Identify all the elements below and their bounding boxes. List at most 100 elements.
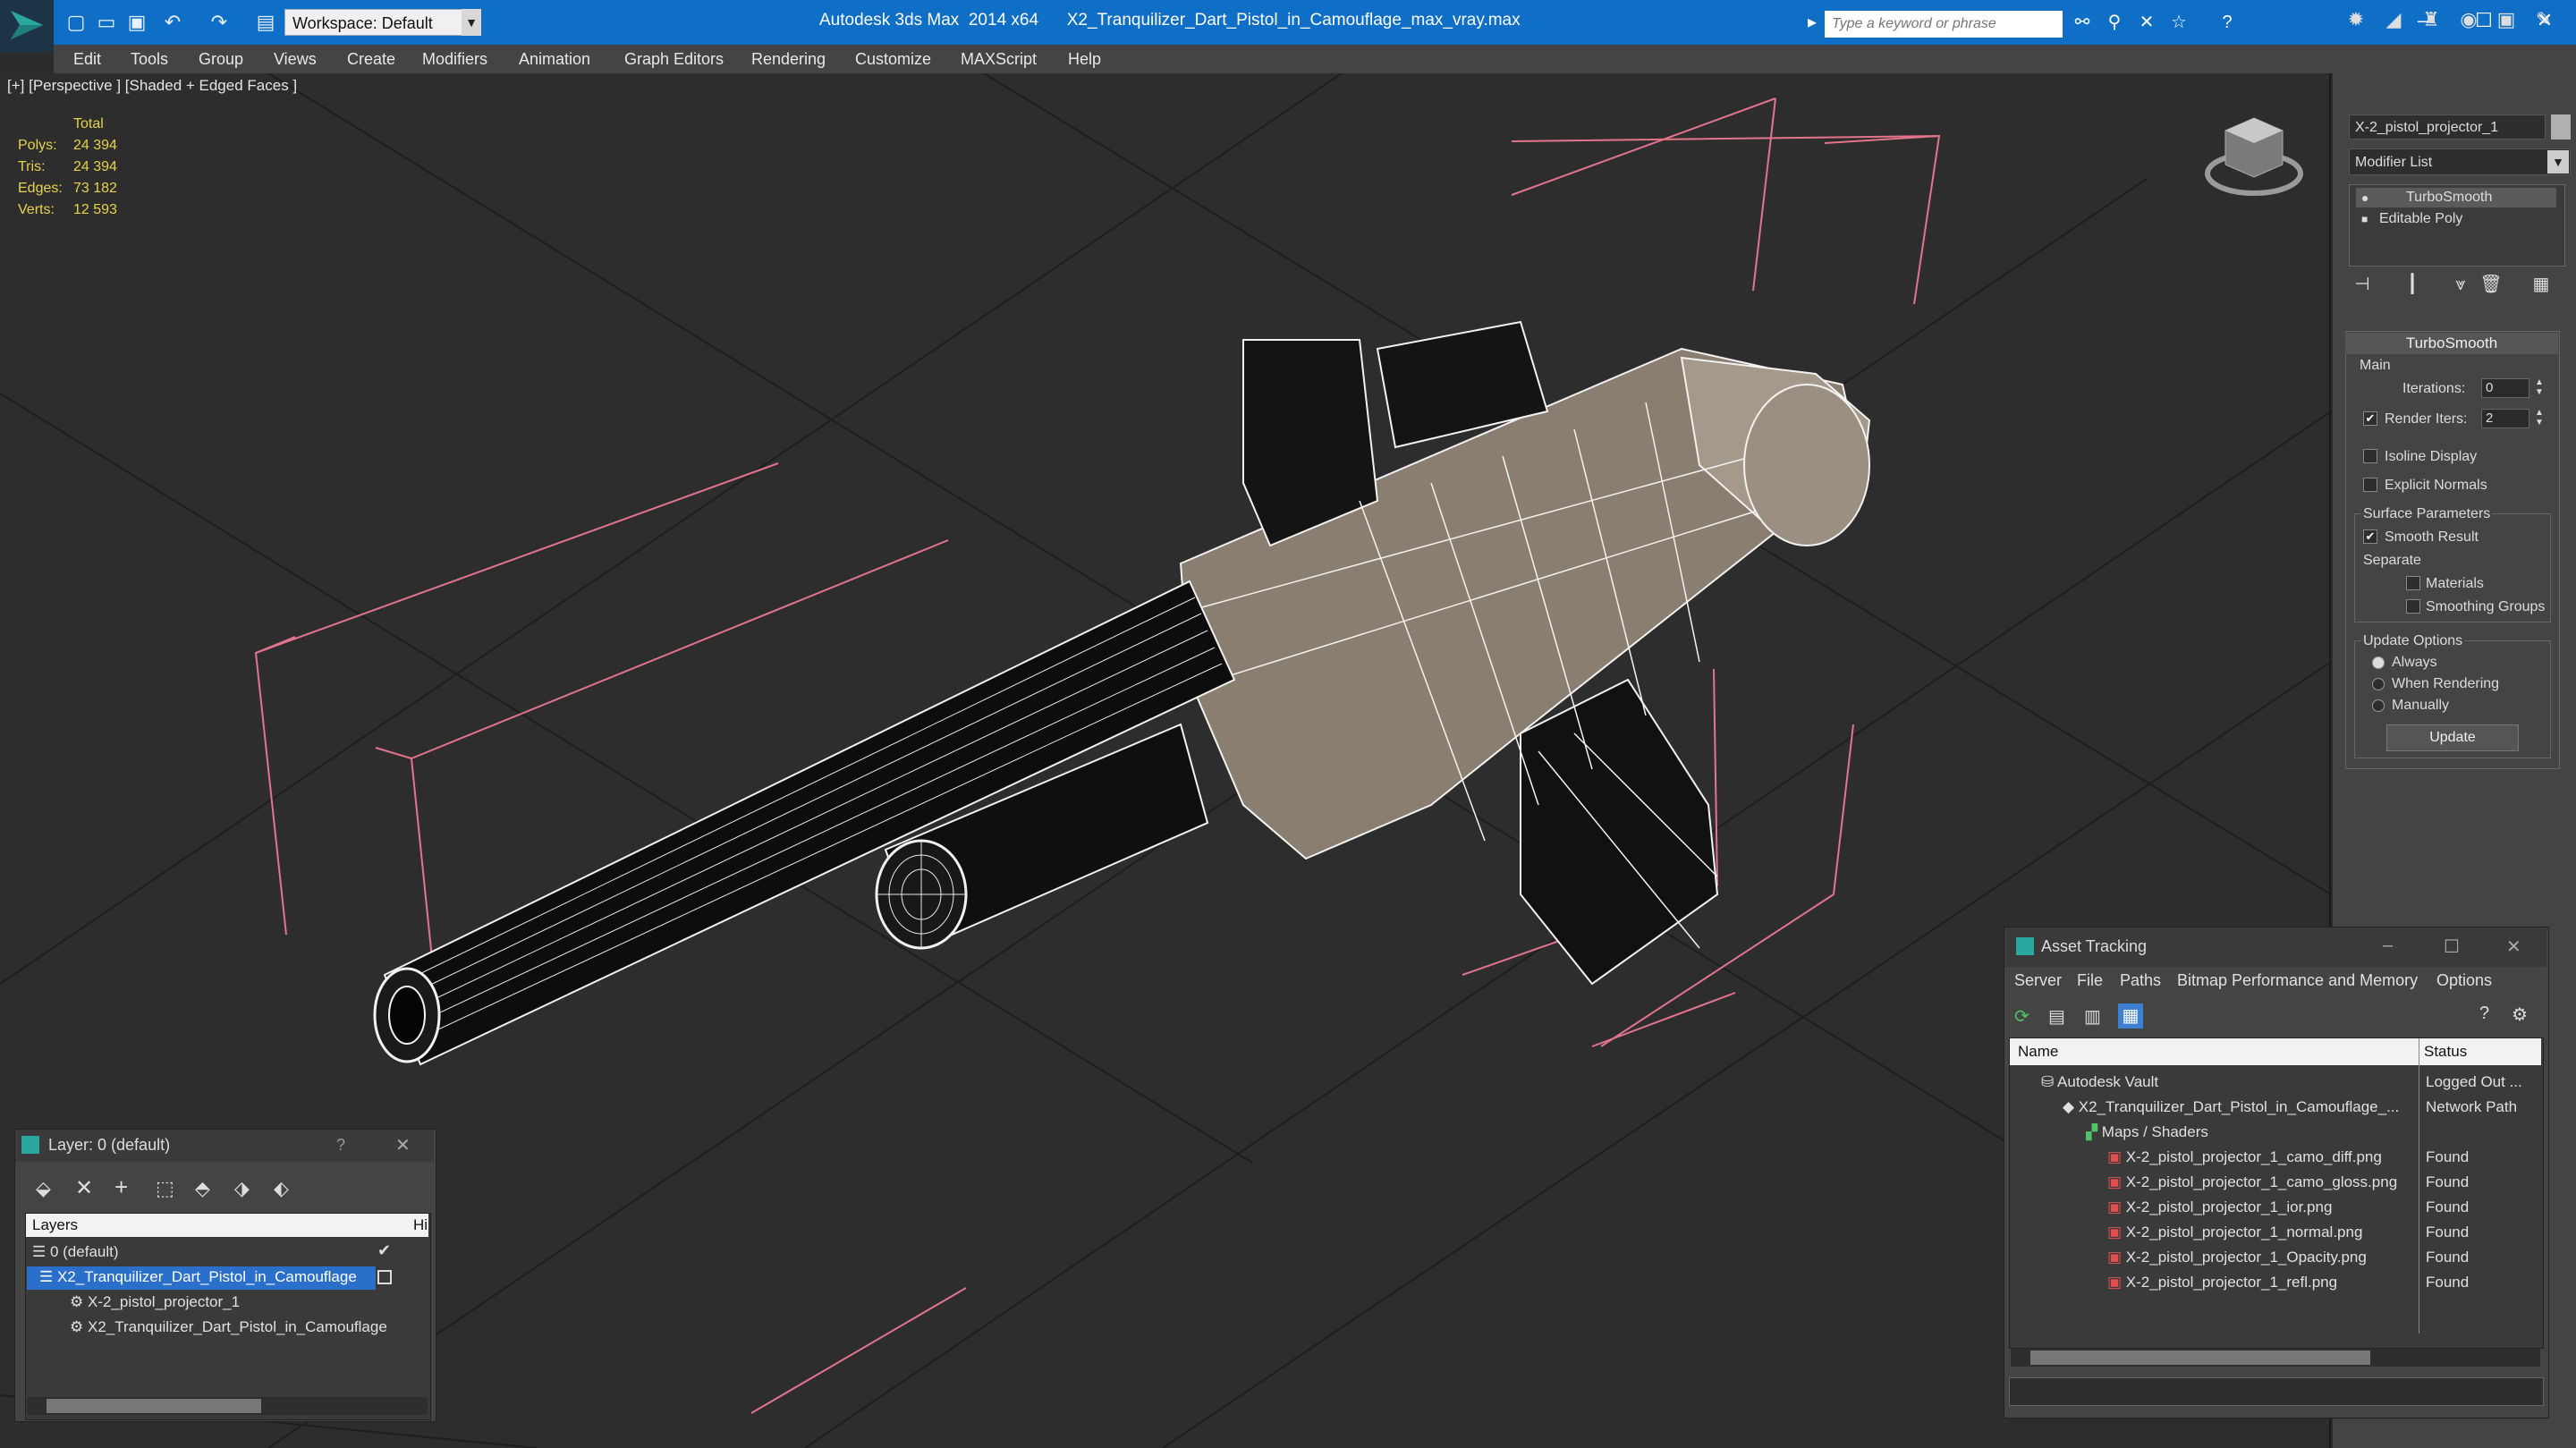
layer-row[interactable]: ⚙ X-2_pistol_projector_1 — [70, 1293, 401, 1311]
render-iters-checkbox[interactable]: ✔ — [2363, 411, 2377, 426]
menu-create[interactable]: Create — [347, 45, 395, 73]
asset-menu-paths[interactable]: Paths — [2120, 971, 2161, 990]
layer-row[interactable]: ☰ 0 (default) — [32, 1243, 408, 1261]
hierarchy-tab-icon[interactable]: ♜ — [2413, 4, 2449, 36]
smooth-result-checkbox[interactable]: ✔ — [2363, 529, 2377, 544]
configure-sets-icon[interactable]: ▦ — [2528, 272, 2555, 297]
asset-row[interactable]: ▣ X-2_pistol_projector_1_refl.png — [2107, 1274, 2417, 1291]
layers-column-header[interactable]: Layers — [32, 1216, 78, 1234]
viewport-label[interactable]: [+] [Perspective ] [Shaded + Edged Faces… — [7, 77, 297, 95]
asset-menu-server[interactable]: Server — [2014, 971, 2062, 990]
asset-row[interactable]: ⛁ Autodesk Vault — [2041, 1073, 2408, 1091]
layer-row[interactable]: ⚙ X2_Tranquilizer_Dart_Pistol_in_Camoufl… — [70, 1318, 401, 1336]
display-tab-icon[interactable]: ▣ — [2488, 4, 2524, 36]
undo-icon[interactable]: ↶ — [161, 11, 184, 34]
help-icon[interactable]: ? — [336, 1136, 345, 1155]
project-folder-icon[interactable]: ▤ — [254, 11, 277, 34]
spinner-arrows-icon[interactable]: ▲ ▼ — [2535, 377, 2544, 397]
when-rendering-radio[interactable] — [2372, 678, 2385, 690]
asset-menu-bitmap[interactable]: Bitmap Performance and Memory — [2177, 971, 2418, 990]
menu-graph-editors[interactable]: Graph Editors — [624, 45, 724, 73]
spinner-arrows-icon[interactable]: ▲ ▼ — [2535, 408, 2544, 428]
workspace-dropdown[interactable]: Workspace: Default — [284, 9, 479, 36]
isoline-display-checkbox[interactable] — [2363, 449, 2377, 463]
menu-group[interactable]: Group — [199, 45, 243, 73]
object-color-swatch[interactable] — [2551, 114, 2571, 140]
menu-tools[interactable]: Tools — [131, 45, 168, 73]
select-objects-icon[interactable]: ⬚ — [156, 1177, 174, 1200]
freeze-all-icon[interactable]: ⬖ — [274, 1177, 289, 1200]
scrollbar-thumb[interactable] — [47, 1399, 261, 1413]
pin-stack-icon[interactable]: ⊣ — [2349, 272, 2376, 297]
save-icon[interactable]: ▣ — [125, 11, 148, 34]
minimize-icon[interactable]: – — [2383, 936, 2393, 956]
menu-help[interactable]: Help — [1068, 45, 1101, 73]
play-arrow-icon[interactable]: ▸ — [1800, 11, 1825, 34]
new-file-icon[interactable]: ▢ — [64, 11, 88, 34]
update-button[interactable]: Update — [2386, 724, 2519, 751]
table-view-icon[interactable]: ▦ — [2118, 1003, 2143, 1029]
utilities-tab-icon[interactable]: ✎ — [2526, 4, 2562, 36]
help-icon[interactable]: ? — [2479, 1003, 2489, 1024]
status-column-header[interactable]: Status — [2424, 1043, 2467, 1061]
add-to-layer-icon[interactable]: + — [114, 1173, 128, 1201]
menu-views[interactable]: Views — [274, 45, 317, 73]
asset-row[interactable]: ▣ X-2_pistol_projector_1_normal.png — [2107, 1224, 2417, 1241]
subscription-icon[interactable]: ⚲ — [2102, 11, 2127, 34]
stack-item-turbosmooth[interactable]: ● TurboSmooth — [2356, 188, 2556, 207]
layer-row[interactable]: ☰ X2_Tranquilizer_Dart_Pistol_in_Camoufl… — [39, 1268, 374, 1286]
list-view-icon[interactable]: ▤ — [2048, 1005, 2065, 1028]
menu-maxscript[interactable]: MAXScript — [961, 45, 1037, 73]
delete-layer-icon[interactable]: ✕ — [75, 1175, 93, 1201]
asset-path-field[interactable] — [2009, 1377, 2544, 1406]
redo-icon[interactable]: ↷ — [208, 11, 231, 34]
asset-row[interactable]: ◆ X2_Tranquilizer_Dart_Pistol_in_Camoufl… — [2063, 1098, 2417, 1116]
scrollbar-thumb[interactable] — [2030, 1351, 2370, 1365]
highlight-layer-icon[interactable]: ⬘ — [195, 1177, 210, 1200]
current-layer-icon[interactable] — [377, 1270, 392, 1284]
chevron-down-icon[interactable]: ▼ — [462, 9, 481, 36]
menu-rendering[interactable]: Rendering — [751, 45, 826, 73]
menu-animation[interactable]: Animation — [519, 45, 590, 73]
stack-item-editable-poly[interactable]: ■ Editable Poly — [2356, 209, 2556, 229]
detail-view-icon[interactable]: ▥ — [2084, 1005, 2101, 1028]
asset-row[interactable]: ▣ X-2_pistol_projector_1_Opacity.png — [2107, 1249, 2417, 1266]
menu-customize[interactable]: Customize — [855, 45, 931, 73]
asset-row[interactable]: ▣ X-2_pistol_projector_1_camo_gloss.png — [2107, 1173, 2417, 1191]
asset-menu-options[interactable]: Options — [2436, 971, 2492, 990]
maximize-icon[interactable]: ☐ — [2444, 936, 2460, 958]
asset-row[interactable]: ▞ Maps / Shaders — [2086, 1123, 2417, 1141]
viewcube-icon[interactable] — [2200, 109, 2308, 207]
motion-tab-icon[interactable]: ◉ — [2451, 4, 2487, 36]
smoothing-groups-checkbox[interactable] — [2406, 599, 2420, 614]
search-input[interactable]: Type a keyword or phrase — [1825, 11, 2063, 38]
materials-checkbox[interactable] — [2406, 576, 2420, 590]
asset-row[interactable]: ▣ X-2_pistol_projector_1_ior.png — [2107, 1198, 2417, 1216]
menu-modifiers[interactable]: Modifiers — [422, 45, 487, 73]
remove-modifier-icon[interactable]: 🗑 — [2478, 272, 2504, 297]
close-icon[interactable]: ✕ — [395, 1134, 411, 1156]
refresh-icon[interactable]: ⟳ — [2014, 1005, 2029, 1028]
asset-row[interactable]: ▣ X-2_pistol_projector_1_camo_diff.png — [2107, 1148, 2417, 1166]
close-icon[interactable]: ✕ — [2506, 936, 2521, 958]
asset-menu-file[interactable]: File — [2077, 971, 2103, 990]
settings-icon[interactable]: ⚙ — [2512, 1003, 2528, 1026]
show-end-result-icon[interactable]: ┃ — [2399, 272, 2426, 297]
menu-edit[interactable]: Edit — [73, 45, 101, 73]
lightbulb-icon[interactable]: ● — [2361, 188, 2368, 207]
binoculars-icon[interactable]: ⚯ — [2070, 11, 2095, 34]
hide-all-icon[interactable]: ⬗ — [234, 1177, 250, 1200]
render-iters-spinner[interactable]: 2 — [2481, 409, 2529, 428]
object-name-field[interactable]: X-2_pistol_projector_1 — [2349, 114, 2546, 140]
open-file-icon[interactable]: ▭ — [95, 11, 118, 34]
favorites-star-icon[interactable]: ☆ — [2166, 11, 2191, 34]
communication-icon[interactable]: ✕ — [2134, 11, 2159, 34]
chevron-down-icon[interactable]: ▼ — [2547, 150, 2569, 174]
always-radio[interactable] — [2372, 656, 2385, 669]
manually-radio[interactable] — [2372, 699, 2385, 712]
app-logo-button[interactable] — [0, 0, 54, 52]
create-layer-icon[interactable]: ⬙ — [36, 1177, 51, 1200]
rollout-header[interactable]: TurboSmooth — [2345, 333, 2558, 354]
create-tab-icon[interactable]: ✹ — [2338, 4, 2374, 36]
modify-tab-icon[interactable]: ◢ — [2376, 4, 2411, 36]
